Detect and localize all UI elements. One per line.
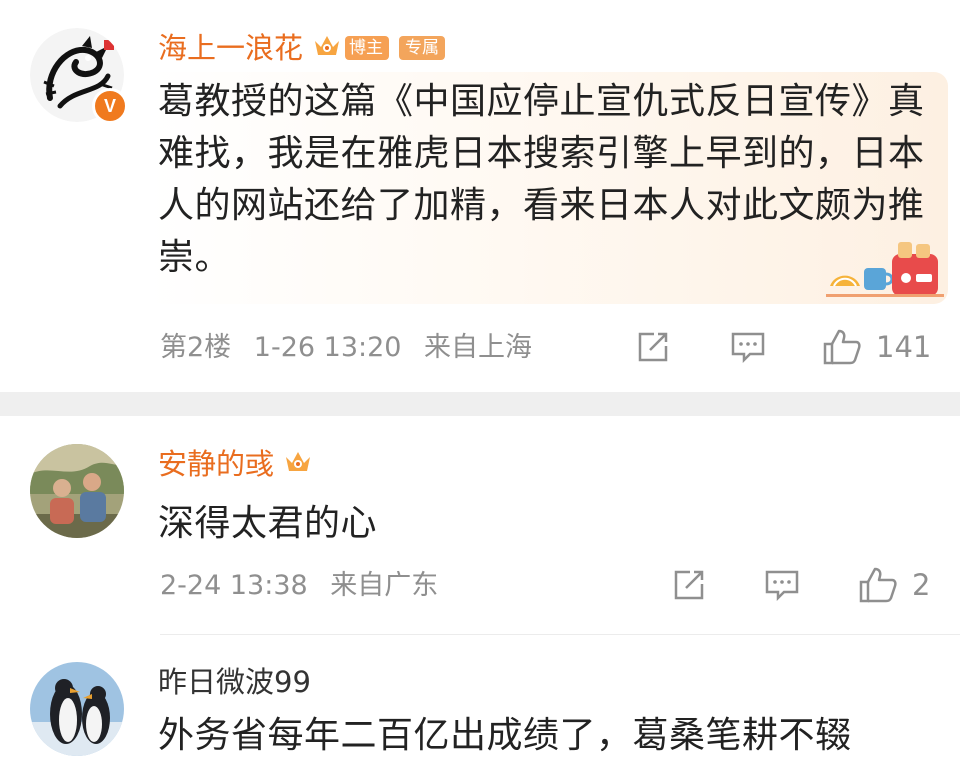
breakfast-decoration-icon xyxy=(826,238,944,304)
comment-meta: 2-24 13:38 来自广东 xyxy=(160,568,452,604)
avatar[interactable] xyxy=(30,662,124,756)
comment-item: V 海上一浪花 博主 专属 葛教授的这篇《中国应停止宣仇式反日宣传》真难找，我是… xyxy=(0,0,960,392)
comment-text: 外务省每年二百亿出成绩了，葛桑笔耕不辍 xyxy=(158,715,852,756)
name-row: 海上一浪花 博主 专属 xyxy=(158,28,446,68)
photo-avatar-icon xyxy=(30,444,124,538)
username[interactable]: 安静的彧 xyxy=(158,444,274,484)
comment-feed: V 海上一浪花 博主 专属 葛教授的这篇《中国应停止宣仇式反日宣传》真难找，我是… xyxy=(0,0,960,777)
host-badge-label: 博主 xyxy=(349,38,384,58)
comment-meta: 第2楼 1-26 13:20 来自上海 xyxy=(160,330,546,366)
comment-item: 安静的彧 深得太君的心 2-24 13:38 来自广东 2 xyxy=(0,416,960,634)
timestamp: 2-24 13:38 xyxy=(160,570,308,601)
like-icon xyxy=(859,567,897,603)
share-icon xyxy=(638,332,668,362)
avatar[interactable] xyxy=(30,444,124,538)
crown-icon xyxy=(313,33,341,63)
comment-text: 深得太君的心 xyxy=(158,503,378,544)
penguin-avatar-icon xyxy=(30,662,124,756)
name-row: 安静的彧 xyxy=(158,444,312,484)
comment-divider xyxy=(160,634,960,635)
share-icon xyxy=(674,570,704,600)
timestamp: 1-26 13:20 xyxy=(253,332,402,363)
comment-button[interactable] xyxy=(730,330,766,364)
like-count: 2 xyxy=(912,568,931,602)
username[interactable]: 昨日微波99 xyxy=(158,662,311,702)
like-button[interactable]: 2 xyxy=(858,566,930,604)
username[interactable]: 海上一浪花 xyxy=(158,28,303,68)
like-count: 141 xyxy=(876,330,932,364)
comment-icon xyxy=(765,570,799,602)
comment-item: 昨日微波99 外务省每年二百亿出成绩了，葛桑笔耕不辍 xyxy=(0,636,960,777)
section-separator xyxy=(0,392,960,416)
crown-icon xyxy=(284,449,312,479)
like-button[interactable]: 141 xyxy=(822,328,931,366)
exclusive-badge: 专属 xyxy=(399,36,446,60)
share-button[interactable] xyxy=(672,568,706,602)
location: 来自上海 xyxy=(424,332,533,363)
location: 来自广东 xyxy=(330,570,439,601)
share-button[interactable] xyxy=(636,330,670,364)
comment-icon xyxy=(731,332,765,364)
host-badge: 博主 xyxy=(345,36,390,60)
floor-label: 第2楼 xyxy=(160,332,232,363)
comment-button[interactable] xyxy=(764,568,800,602)
name-row: 昨日微波99 xyxy=(158,662,311,702)
comment-text: 葛教授的这篇《中国应停止宣仇式反日宣传》真难找，我是在雅虎日本搜索引擎上早到的，… xyxy=(158,81,925,278)
like-icon xyxy=(823,329,861,365)
verified-icon: V xyxy=(92,88,128,124)
